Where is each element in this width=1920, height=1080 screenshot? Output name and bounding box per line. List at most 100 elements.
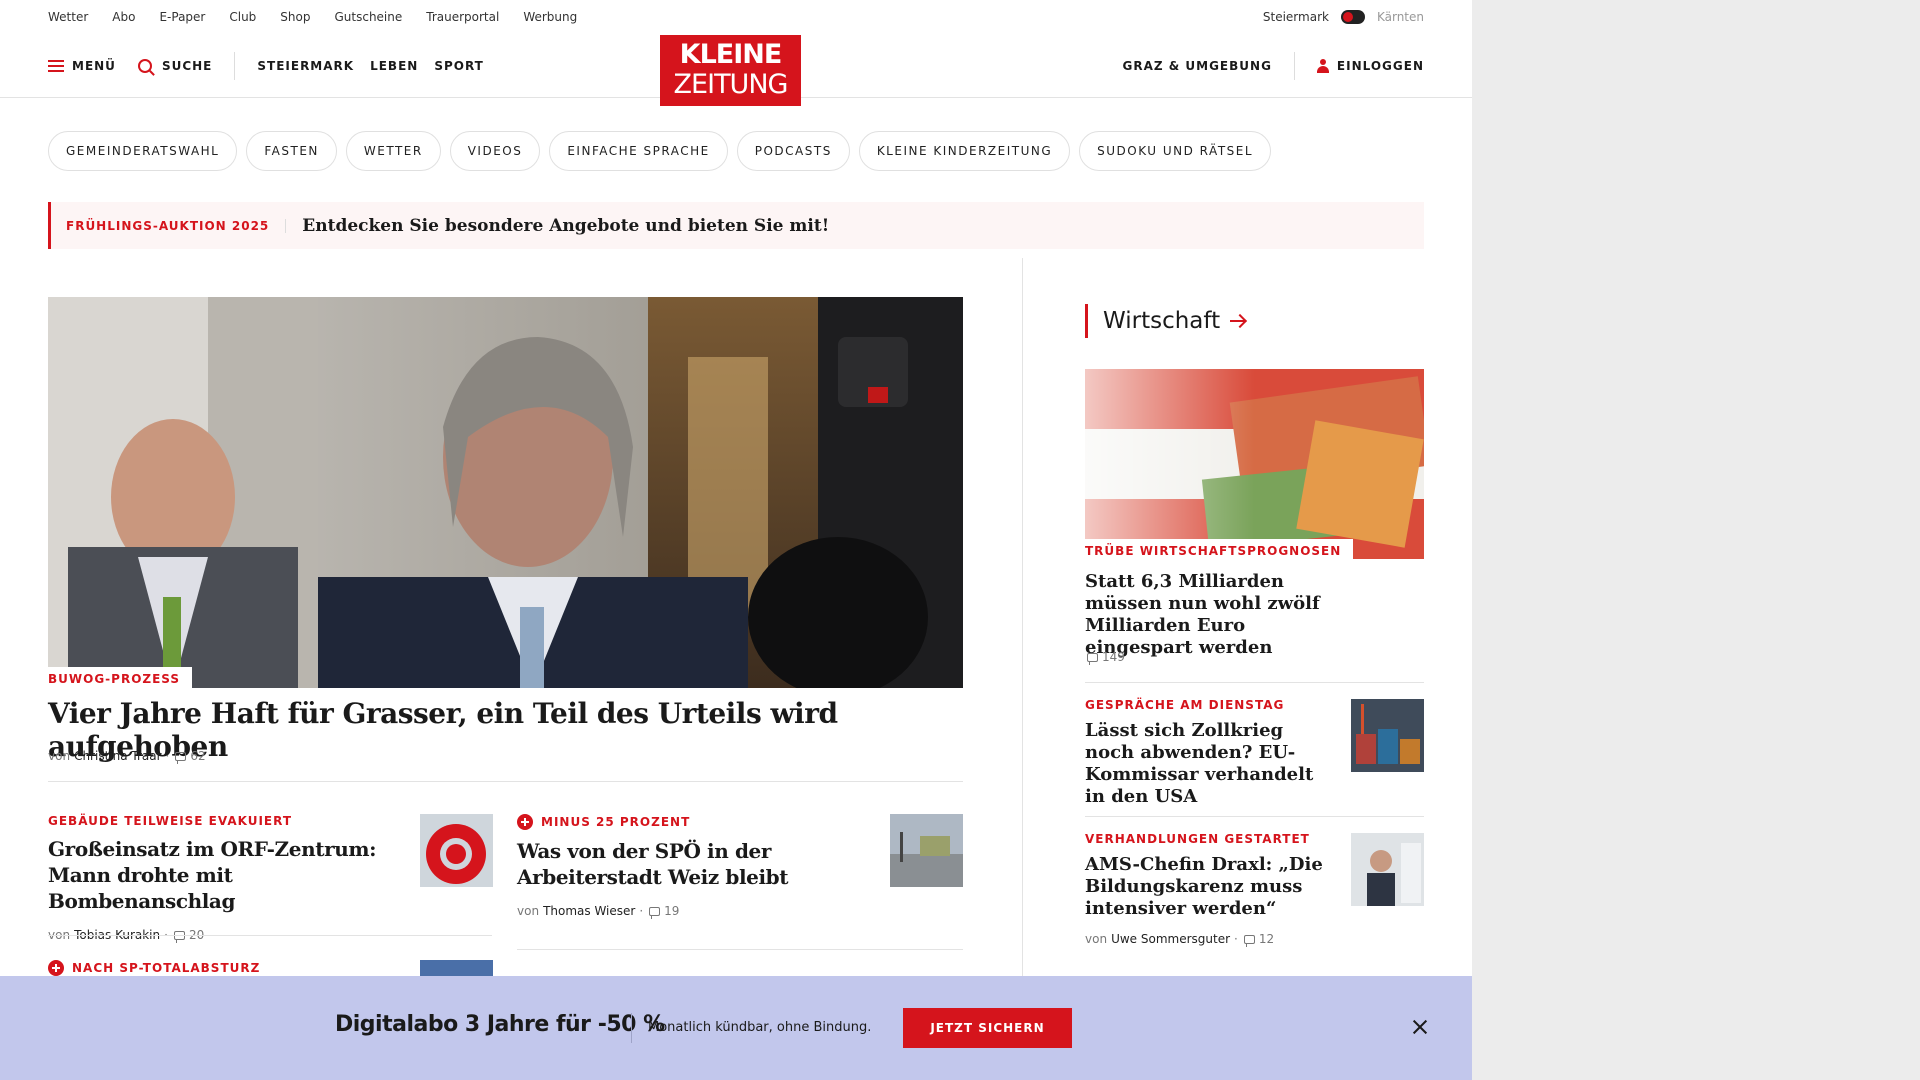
article-author[interactable]: Thomas Wieser [543,904,635,918]
article-title[interactable]: Was von der SPÖ in der Arbeiterstadt Wei… [517,838,862,890]
article-thumbnail[interactable] [420,814,493,887]
arrow-right-icon [1230,320,1247,322]
login-button[interactable]: EINLOGGEN [1316,58,1424,73]
sidebar-meta: 149 [1085,650,1125,665]
article-kicker: GEBÄUDE TEILWEISE EVAKUIERT [48,814,293,828]
meta-separator: · [165,749,170,763]
banner-subtitle: Monatlich kündbar, ohne Bindung. [648,1020,872,1035]
comment-icon [175,751,187,764]
close-icon[interactable] [1411,1018,1429,1036]
comment-icon [1087,652,1098,665]
user-icon [1316,58,1329,73]
promo-bar[interactable]: FRÜHLINGS-AUKTION 2025 Entdecken Sie bes… [48,202,1424,249]
banner-divider [631,1013,632,1043]
sidebar-title[interactable]: Lässt sich Zollkrieg noch abwenden? EU-K… [1085,720,1335,808]
region-label-kaernten[interactable]: Kärnten [1377,10,1424,24]
hero-kicker: BUWOG-PROZESS [48,667,193,690]
sidebar-kicker: VERHANDLUNGEN GESTARTET [1085,832,1310,846]
article-thumbnail[interactable] [890,814,963,887]
sidebar-comment-count[interactable]: 12 [1259,932,1274,946]
region-switch: Steiermark Kärnten [1263,10,1424,24]
meta-separator: · [1234,932,1238,946]
empty-background [1472,0,1920,1080]
logo-line-2: ZEITUNG [673,69,789,100]
page: Wetter Abo E-Paper Club Shop Gutscheine … [0,0,1472,1080]
article-meta: von Thomas Wieser · 19 [517,904,862,919]
sidebar-kicker: TRÜBE WIRTSCHAFTSPROGNOSEN [1085,539,1354,562]
search-icon [137,58,152,73]
utility-link-club[interactable]: Club [229,10,256,24]
utility-link-werbung[interactable]: Werbung [523,10,577,24]
hero-author[interactable]: Christina Traar [74,749,161,763]
utility-link-gutscheine[interactable]: Gutscheine [334,10,402,24]
search-label: SUCHE [161,58,213,73]
pill-videos[interactable]: VIDEOS [449,131,541,171]
subscribe-button[interactable]: JETZT SICHERN [903,1008,1072,1048]
pill-kinderzeitung[interactable]: KLEINE KINDERZEITUNG [858,131,1071,171]
nav-divider-right [1293,51,1295,80]
pill-fasten[interactable]: FASTEN [246,131,337,171]
sidebar-title[interactable]: Statt 6,3 Milliarden müssen nun wohl zwö… [1085,571,1335,659]
comment-icon [649,906,661,919]
pill-einfache-sprache[interactable]: EINFACHE SPRACHE [549,131,728,171]
divider [517,949,963,950]
banner-title: Digitalabo 3 Jahre für -50 % [335,1012,665,1037]
byline-prefix: von [1085,932,1108,946]
divider [1085,682,1424,683]
article-kicker-row: NACH SP-TOTALABSTURZ [48,960,393,976]
promo-text: Entdecken Sie besondere Angebote und bie… [302,215,830,236]
article-title[interactable]: Großeinsatz im ORF-Zentrum: Mann drohte … [48,836,393,914]
plus-icon [48,960,64,976]
nav-link-sport[interactable]: SPORT [434,59,484,73]
article-card: MINUS 25 PROZENT Was von der SPÖ in der … [517,814,862,919]
logo[interactable]: KLEINE ZEITUNG [660,35,801,106]
utility-link-epaper[interactable]: E-Paper [159,10,205,24]
hero-photo [48,297,963,688]
subscription-banner: Digitalabo 3 Jahre für -50 % Monatlich k… [0,976,1472,1080]
nav-link-leben[interactable]: LEBEN [370,59,418,73]
pill-sudoku[interactable]: SUDOKU UND RÄTSEL [1079,131,1272,171]
sidebar-kicker: GESPRÄCHE AM DIENSTAG [1085,698,1285,712]
region-toggle[interactable] [1340,10,1365,24]
sidebar-comment-count[interactable]: 149 [1102,650,1125,664]
utility-link-abo[interactable]: Abo [112,10,135,24]
promo-kicker: FRÜHLINGS-AUKTION 2025 [66,218,287,233]
pill-wetter[interactable]: WETTER [345,131,441,171]
divider [1085,816,1424,817]
sidebar-thumbnail[interactable] [1351,833,1424,906]
region-link[interactable]: GRAZ & UMGEBUNG [1123,59,1272,73]
sidebar-thumbnail[interactable] [1351,699,1424,772]
hero-image[interactable] [48,297,963,688]
article-card: GEBÄUDE TEILWEISE EVAKUIERT Großeinsatz … [48,814,393,943]
sidebar-author[interactable]: Uwe Sommersguter [1111,932,1230,946]
pill-podcasts[interactable]: PODCASTS [736,131,850,171]
article-kicker-row: MINUS 25 PROZENT [517,814,862,830]
section-title: Wirtschaft [1103,308,1221,334]
nav-link-steiermark[interactable]: STEIERMARK [257,59,354,73]
meta-separator: · [639,904,644,918]
sidebar-title[interactable]: AMS-Chefin Draxl: „Die Bildungskarenz mu… [1085,854,1335,920]
region-label-steiermark[interactable]: Steiermark [1263,10,1329,24]
utility-link-trauerportal[interactable]: Trauerportal [426,10,499,24]
utility-bar: Wetter Abo E-Paper Club Shop Gutscheine … [0,0,1472,34]
menu-button[interactable]: MENÜ [48,59,116,73]
portrait-image [1351,833,1424,906]
orf-thumbnail-image [420,814,493,887]
weiz-thumbnail-image [890,814,963,887]
sidebar-lead-image[interactable] [1085,369,1424,559]
nav-divider [234,51,236,80]
article-comment-count[interactable]: 19 [664,904,679,918]
login-label: EINLOGGEN [1336,58,1424,73]
utility-link-shop[interactable]: Shop [280,10,310,24]
euro-banknotes-image [1085,369,1424,559]
article-kicker: MINUS 25 PROZENT [541,815,691,829]
article-kicker: NACH SP-TOTALABSTURZ [72,961,261,975]
hero-comment-count[interactable]: 62 [190,749,205,763]
section-heading-wirtschaft[interactable]: Wirtschaft [1085,304,1247,338]
utility-link-wetter[interactable]: Wetter [48,10,88,24]
hero-meta: von Christina Traar · 62 [48,749,206,764]
nav-right: GRAZ & UMGEBUNG EINLOGGEN [1123,51,1425,80]
pill-gemeinderatswahl[interactable]: GEMEINDERATSWAHL [48,131,238,171]
search-button[interactable]: SUCHE [137,58,213,73]
menu-label: MENÜ [72,58,116,73]
